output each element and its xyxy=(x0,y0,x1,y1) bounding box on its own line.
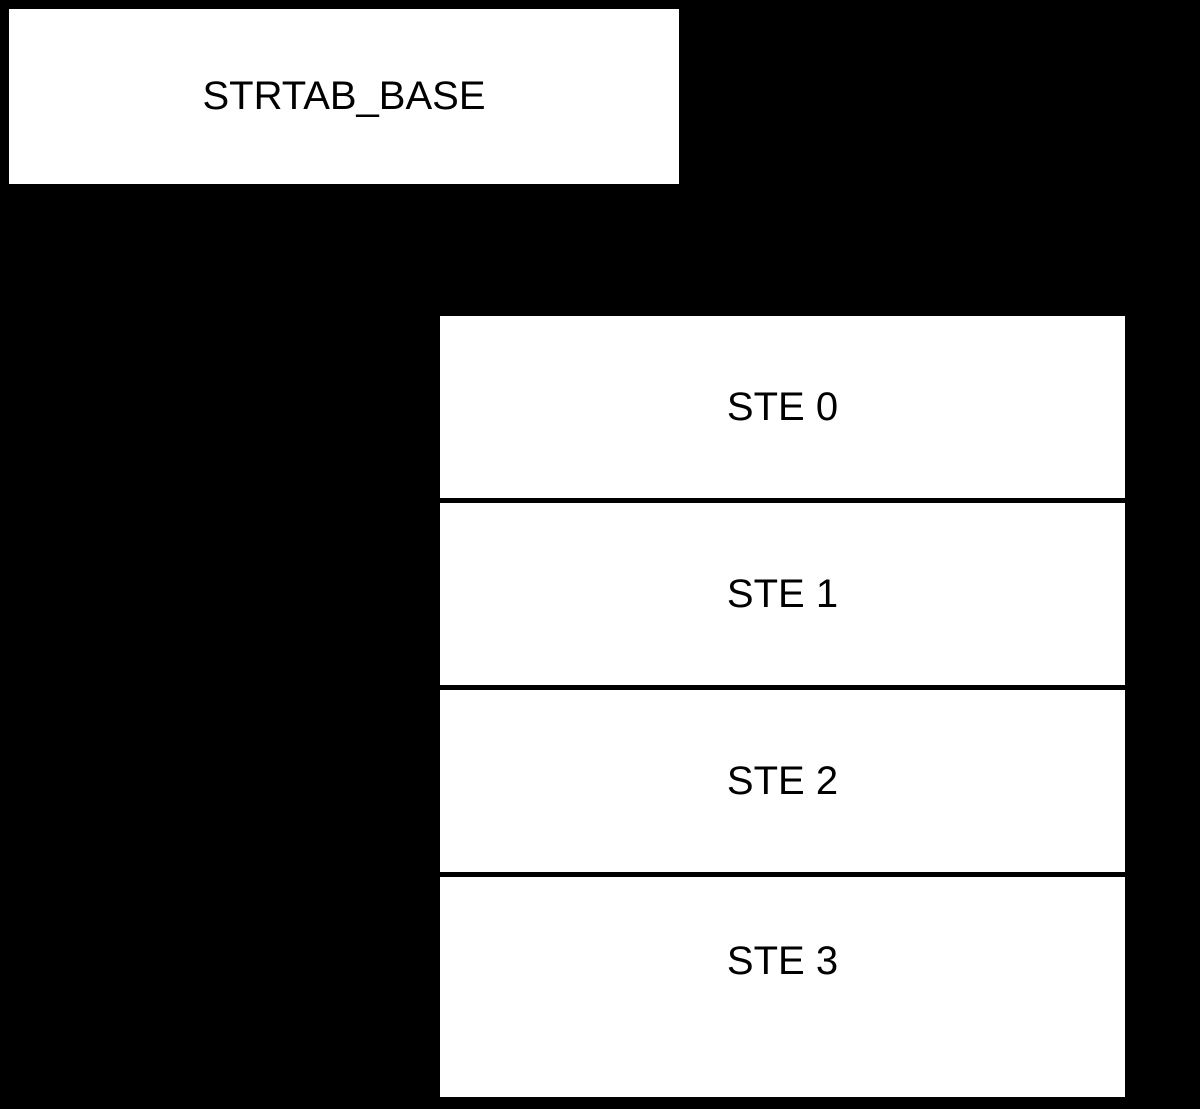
ste-row-label: STE 1 xyxy=(727,572,838,617)
strtab-base-box: STRTAB_BASE xyxy=(4,4,684,189)
diagram-canvas: STRTAB_BASE STE 0 STE 1 STE 2 STE 3 xyxy=(0,0,1200,1109)
ste-row-3: STE 3 xyxy=(440,877,1125,1097)
ste-row-label: STE 2 xyxy=(727,759,838,804)
ste-row-0: STE 0 xyxy=(440,316,1125,503)
ste-row-label: STE 3 xyxy=(727,939,838,984)
ste-row-1: STE 1 xyxy=(440,503,1125,690)
ste-table: STE 0 STE 1 STE 2 STE 3 xyxy=(435,311,1130,1102)
ste-row-2: STE 2 xyxy=(440,690,1125,877)
ste-row-label: STE 0 xyxy=(727,385,838,430)
strtab-base-label: STRTAB_BASE xyxy=(202,74,485,119)
